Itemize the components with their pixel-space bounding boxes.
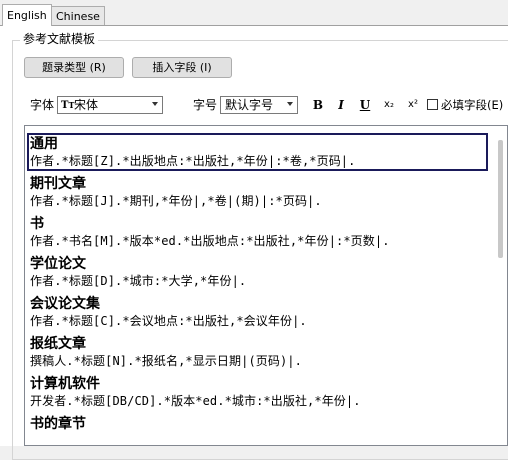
list-item[interactable]: 期刊文章 作者.*标题[J].*期刊,*年份|,*卷|(期)|:*页码|. bbox=[30, 176, 322, 209]
template-format: 撰稿人.*标题[N].*报纸名,*显示日期|(页码)|. bbox=[30, 354, 302, 368]
insert-field-button[interactable]: 插入字段 (I) bbox=[132, 57, 232, 78]
font-size-label: 字号 bbox=[193, 98, 218, 112]
list-item[interactable]: 学位论文 作者.*标题[D].*城市:*大学,*年份|. bbox=[30, 256, 246, 289]
template-title: 书的章节 bbox=[30, 416, 86, 432]
template-format: 开发者.*标题[DB/CD].*版本*ed.*城市:*出版社,*年份|. bbox=[30, 394, 361, 408]
font-size-select[interactable]: 默认字号 bbox=[220, 96, 298, 114]
chevron-down-icon bbox=[287, 102, 293, 106]
scrollbar-thumb[interactable] bbox=[498, 140, 503, 258]
list-item[interactable]: 报纸文章 撰稿人.*标题[N].*报纸名,*显示日期|(页码)|. bbox=[30, 336, 302, 369]
underline-button[interactable]: U bbox=[358, 97, 372, 113]
vertical-scrollbar[interactable] bbox=[491, 126, 507, 445]
template-format: 作者.*标题[J].*期刊,*年份|,*卷|(期)|:*页码|. bbox=[30, 194, 322, 208]
template-title: 期刊文章 bbox=[30, 176, 86, 192]
tab-chinese[interactable]: Chinese bbox=[51, 6, 105, 25]
selection-outline bbox=[27, 133, 488, 171]
list-item[interactable]: 书 作者.*书名[M].*版本*ed.*出版地点:*出版社,*年份|:*页数|. bbox=[30, 216, 390, 249]
tab-strip: English Chinese bbox=[0, 0, 508, 27]
template-title: 学位论文 bbox=[30, 256, 86, 272]
required-field-label: 必填字段(E) bbox=[441, 98, 504, 112]
truetype-icon: TT bbox=[61, 100, 75, 111]
template-format: 作者.*标题[C].*会议地点:*出版社,*会议年份|. bbox=[30, 314, 307, 328]
font-size-value: 默认字号 bbox=[225, 98, 274, 112]
tab-english[interactable]: English bbox=[2, 4, 52, 27]
bold-button[interactable]: B bbox=[311, 97, 325, 113]
template-title: 书 bbox=[30, 216, 44, 232]
list-item[interactable]: 会议论文集 作者.*标题[C].*会议地点:*出版社,*会议年份|. bbox=[30, 296, 307, 329]
group-title: 参考文献模板 bbox=[20, 32, 99, 46]
template-title: 会议论文集 bbox=[30, 296, 100, 312]
template-title: 计算机软件 bbox=[30, 376, 100, 392]
font-select[interactable]: TT 宋体 bbox=[57, 96, 163, 114]
list-item[interactable]: 计算机软件 开发者.*标题[DB/CD].*版本*ed.*城市:*出版社,*年份… bbox=[30, 376, 361, 409]
superscript-button[interactable]: x² bbox=[405, 97, 421, 113]
template-format: 作者.*书名[M].*版本*ed.*出版地点:*出版社,*年份|:*页数|. bbox=[30, 234, 390, 248]
template-title: 报纸文章 bbox=[30, 336, 86, 352]
list-item[interactable]: 书的章节 bbox=[30, 416, 86, 445]
chevron-down-icon bbox=[152, 102, 158, 106]
template-editor[interactable]: 通用 作者.*标题[Z].*出版地点:*出版社,*年份|:*卷,*页码|. 期刊… bbox=[24, 125, 508, 446]
required-field-checkbox[interactable] bbox=[427, 99, 438, 110]
entry-type-button[interactable]: 题录类型 (R) bbox=[24, 57, 124, 78]
italic-button[interactable]: I bbox=[334, 97, 348, 113]
template-format: 作者.*标题[D].*城市:*大学,*年份|. bbox=[30, 274, 247, 288]
template-format bbox=[30, 433, 86, 445]
subscript-button[interactable]: x₂ bbox=[381, 97, 397, 113]
font-value: 宋体 bbox=[74, 98, 99, 112]
font-label: 字体 bbox=[30, 98, 55, 112]
